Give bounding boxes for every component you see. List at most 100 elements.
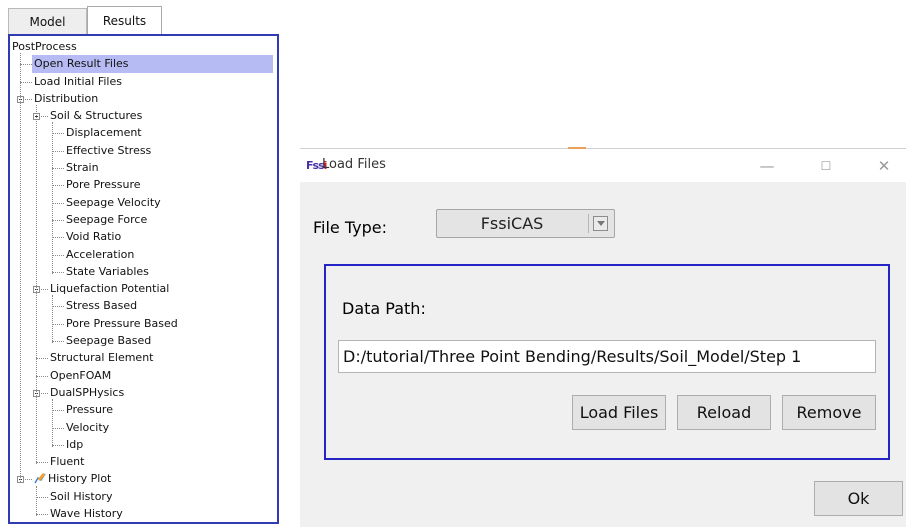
- tree-item[interactable]: Distribution: [10, 90, 277, 107]
- tree-connector: [52, 202, 64, 204]
- tree-item-label: Effective Stress: [66, 143, 152, 157]
- close-icon[interactable]: ✕: [873, 155, 895, 177]
- tree-item-label: Wave History: [50, 507, 123, 521]
- tree-item[interactable]: Wave History: [10, 505, 277, 522]
- tree-item-label: PostProcess: [12, 40, 77, 53]
- load-files-button[interactable]: Load Files: [572, 395, 666, 430]
- results-tree-panel: PostProcess Open Result Files Load Initial…: [8, 34, 279, 524]
- results-tree: PostProcess Open Result Files Load Initial…: [10, 38, 277, 522]
- file-type-select[interactable]: FssiCAS: [436, 209, 615, 238]
- tree-connector: [52, 323, 64, 325]
- tree-connector: [52, 427, 64, 429]
- tree-item[interactable]: Open Result Files: [10, 55, 277, 73]
- tree-connector: [20, 64, 32, 66]
- tree-connector: [36, 462, 48, 464]
- tree-connector: [52, 306, 64, 308]
- tree-connector: [36, 514, 48, 516]
- tree-item[interactable]: Fluent: [10, 453, 277, 470]
- tree-guide-line: [52, 295, 53, 344]
- tree-item[interactable]: Void Ratio: [10, 228, 277, 245]
- tree-guide-line: [36, 104, 37, 465]
- tree-item-label: State Variables: [66, 264, 149, 278]
- tree-item[interactable]: Stress Based: [10, 297, 277, 314]
- tree-item-label: Stress Based: [66, 299, 138, 313]
- ok-button[interactable]: Ok: [814, 481, 903, 516]
- tree-item[interactable]: Seepage Based: [10, 332, 277, 349]
- tree-connector: [36, 375, 48, 377]
- minimize-icon[interactable]: —: [756, 155, 778, 177]
- dropdown-arrow-icon[interactable]: [593, 216, 608, 231]
- tree-connector: [36, 496, 48, 498]
- tree-item-label: Pore Pressure: [66, 178, 141, 192]
- tree-item[interactable]: Velocity: [10, 419, 277, 436]
- tree-item-label: Pressure: [66, 403, 113, 417]
- tree-connector: [52, 150, 64, 152]
- tree-item[interactable]: History Plot: [10, 470, 277, 487]
- tree-item-label: Open Result Files: [32, 55, 273, 73]
- tree-item[interactable]: OpenFOAM: [10, 367, 277, 384]
- tree-item-label: Acceleration: [66, 247, 135, 261]
- reload-button[interactable]: Reload: [677, 395, 771, 430]
- tree-item-label: Seepage Force: [66, 212, 148, 226]
- tree-item[interactable]: PostProcess: [10, 38, 277, 55]
- tree-item[interactable]: Displacement: [10, 124, 277, 141]
- tree-item-label: Pore Pressure Based: [66, 316, 178, 330]
- tree-item[interactable]: Acceleration: [10, 246, 277, 263]
- tree-item[interactable]: Liquefaction Potential: [10, 280, 277, 297]
- tree-item[interactable]: Seepage Force: [10, 211, 277, 228]
- tree-item-label: Soil History: [50, 489, 113, 503]
- panel-tabs: Model Results: [8, 6, 162, 34]
- data-path-input[interactable]: D:/tutorial/Three Point Bending/Results/…: [338, 340, 876, 373]
- tree-connector: [52, 185, 64, 187]
- tree-item[interactable]: Strain: [10, 159, 277, 176]
- dialog-titlebar[interactable]: Fssi Load Files — ☐ ✕: [300, 149, 906, 182]
- tree-guide-line: [36, 485, 37, 517]
- tab-results[interactable]: Results: [87, 6, 162, 34]
- tree-item-label: Idp: [66, 437, 84, 451]
- tree-item[interactable]: Pore Pressure: [10, 176, 277, 193]
- tree-item[interactable]: Soil History: [10, 488, 277, 505]
- tree-item[interactable]: Structural Element: [10, 349, 277, 366]
- tree-item-label: Load Initial Files: [34, 74, 122, 88]
- tree-item-label: Strain: [66, 161, 99, 175]
- tree-item[interactable]: Idp: [10, 436, 277, 453]
- app-logo-icon: Fssi: [306, 159, 327, 172]
- tree-item-label: DualSPHysics: [50, 385, 125, 399]
- tree-guide-line: [52, 399, 53, 447]
- maximize-icon[interactable]: ☐: [815, 155, 837, 177]
- tree-item[interactable]: Pressure: [10, 401, 277, 418]
- tree-item-label: Fluent: [50, 455, 85, 469]
- tree-item[interactable]: Effective Stress: [10, 142, 277, 159]
- tree-connector: [52, 133, 64, 135]
- tree-item-label: History Plot: [48, 472, 112, 486]
- tree-connector: [36, 358, 48, 360]
- tree-connector: [52, 168, 64, 170]
- tree-item-label: Seepage Based: [66, 334, 152, 348]
- tree-item[interactable]: Load Initial Files: [10, 73, 277, 90]
- tree-guide-line: [52, 122, 53, 274]
- tree-item[interactable]: Soil & Structures: [10, 107, 277, 124]
- tree-connector: [52, 444, 64, 446]
- pencil-chart-icon: [34, 473, 46, 484]
- tree-item-label: Soil & Structures: [50, 109, 143, 123]
- tree-item-label: Structural Element: [50, 351, 154, 365]
- tree-item-label: Void Ratio: [66, 230, 122, 244]
- tree-item-label: OpenFOAM: [50, 368, 112, 382]
- tree-item-label: Distribution: [34, 91, 99, 105]
- tree-item-label: Liquefaction Potential: [50, 282, 170, 296]
- tree-item[interactable]: Seepage Velocity: [10, 194, 277, 211]
- tree-item[interactable]: Pore Pressure Based: [10, 315, 277, 332]
- tree-connector: [52, 271, 64, 273]
- remove-button[interactable]: Remove: [782, 395, 876, 430]
- tab-model[interactable]: Model: [8, 8, 87, 34]
- tree-connector: [52, 254, 64, 256]
- data-path-group: Data Path: D:/tutorial/Three Point Bendi…: [324, 264, 890, 460]
- tree-connector: [52, 410, 64, 412]
- dialog-title: Load Files: [322, 157, 386, 172]
- tree-item[interactable]: DualSPHysics: [10, 384, 277, 401]
- tree-connector: [52, 219, 64, 221]
- load-files-dialog: Fssi Load Files — ☐ ✕ File Type: FssiCAS…: [300, 149, 906, 527]
- data-path-label: Data Path:: [342, 299, 426, 318]
- tree-connector: [52, 237, 64, 239]
- tree-item[interactable]: State Variables: [10, 263, 277, 280]
